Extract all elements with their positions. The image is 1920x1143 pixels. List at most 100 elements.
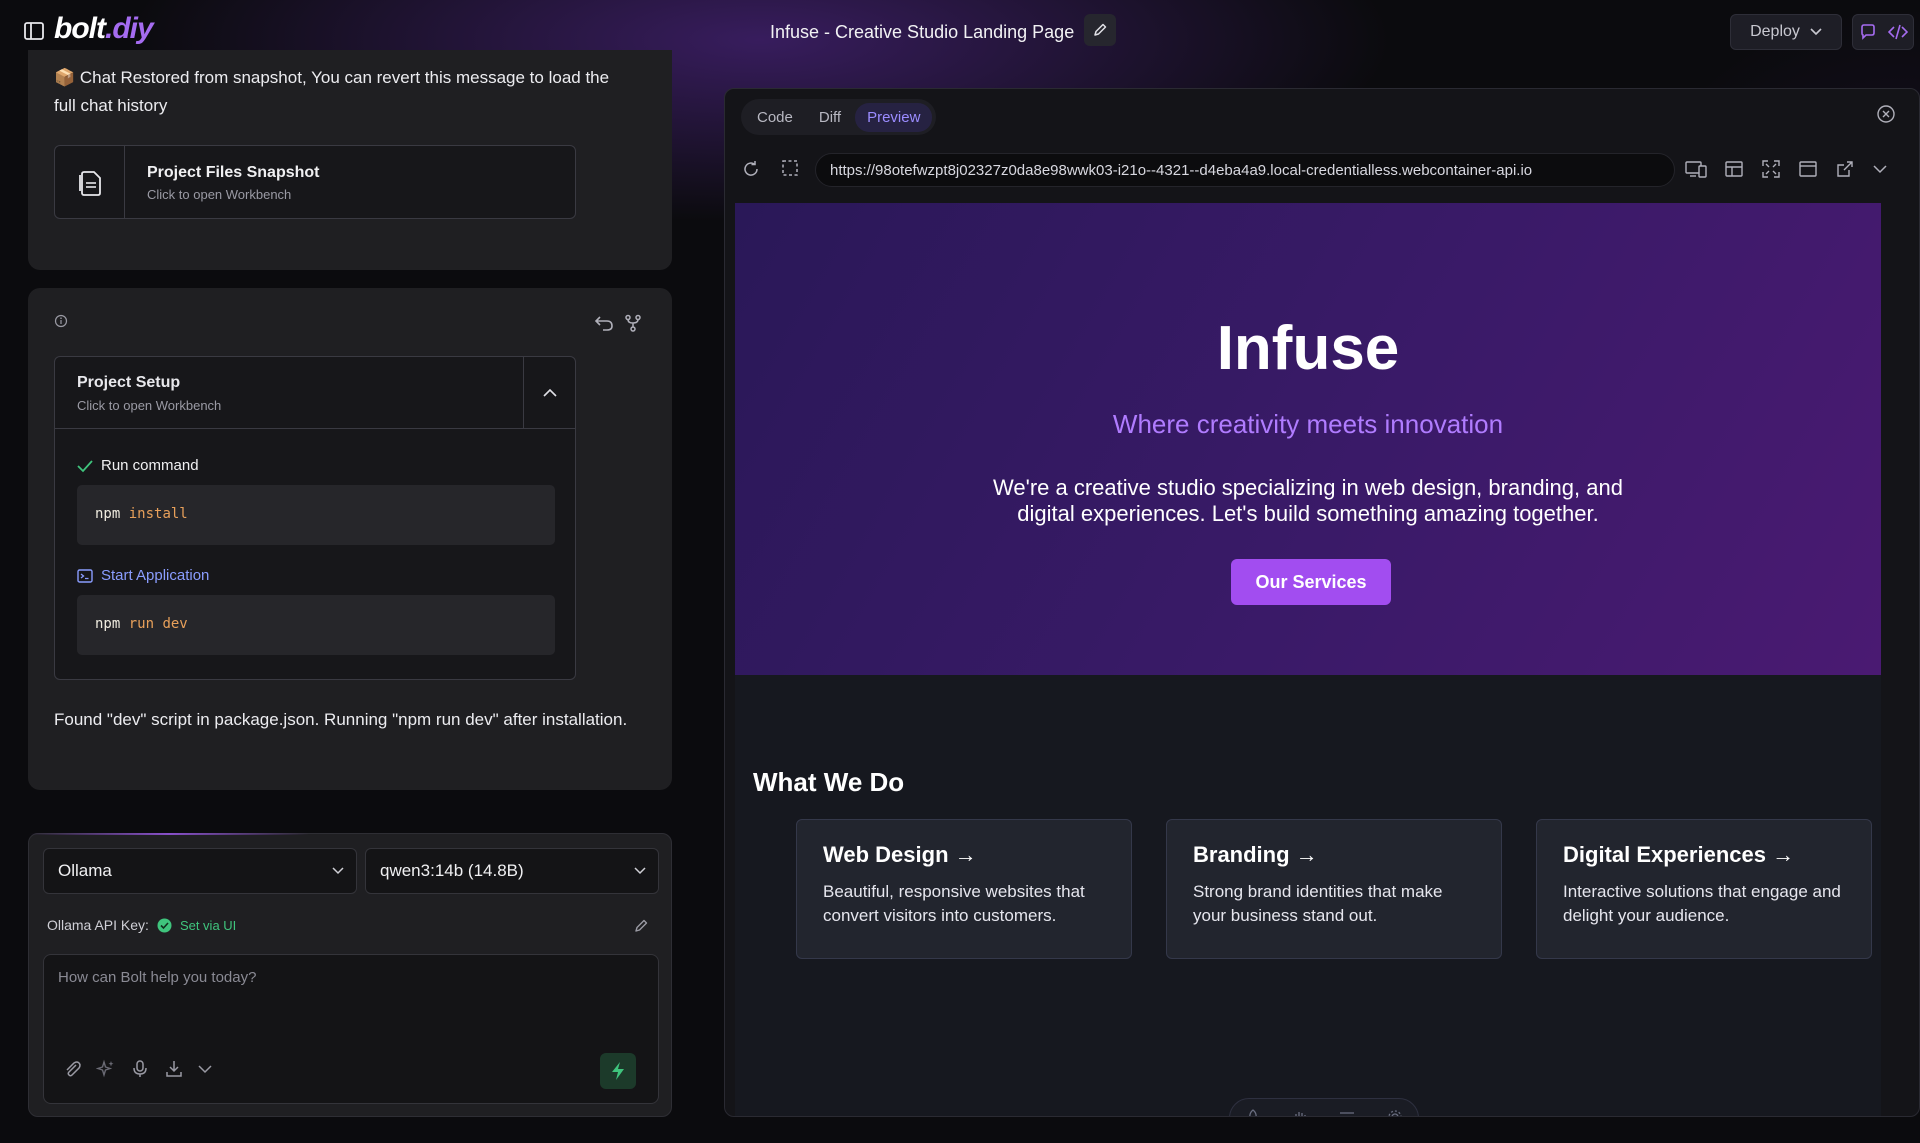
workbench-tabs: Code Diff Preview [741,99,937,135]
send-button[interactable] [600,1053,636,1089]
setup-title: Project Setup [77,374,181,391]
hand-icon[interactable] [1292,1109,1308,1117]
chat-toggle-icon[interactable] [1859,23,1877,41]
chevron-down-icon [332,867,344,875]
section-title: What We Do [753,767,905,797]
service-card-branding[interactable]: Branding → Strong brand identities that … [1166,819,1502,959]
edit-api-key-icon[interactable] [633,918,649,934]
tab-diff[interactable]: Diff [807,103,853,132]
collapse-button[interactable] [523,357,575,428]
prompt-box [43,954,659,1104]
external-link-icon[interactable] [1835,159,1855,179]
service-title: Web Design → [823,842,977,867]
step-label: Run command [101,457,199,474]
restored-message: 📦 Chat Restored from snapshot, You can r… [54,68,610,115]
service-description: Strong brand identities that make your b… [1193,882,1443,925]
hero-title: Infuse [1216,314,1400,383]
prompt-tools [62,1059,212,1079]
snapshot-title: Project Files Snapshot [147,164,320,181]
tab-code[interactable]: Code [745,103,805,132]
terminal-icon [77,568,93,583]
hero-description: We're a creative studio specializing in … [993,475,1623,526]
project-files-snapshot[interactable]: Project Files Snapshot Click to open Wor… [54,145,576,219]
api-key-status: Set via UI [179,917,237,933]
step-label: Start Application [101,567,210,584]
reload-icon[interactable] [741,159,761,179]
service-card-web-design[interactable]: Web Design → Beautiful, responsive websi… [796,819,1132,959]
snapshot-icon-cell [55,146,125,218]
close-icon[interactable] [1877,105,1895,123]
chevron-down-icon [634,867,646,875]
code-block: npm install [77,485,555,545]
hero-tagline: Where creativity meets innovation [1112,409,1504,439]
preview-toolbar [725,149,1919,193]
api-key-label: Ollama API Key: [47,917,149,933]
revert-icon[interactable] [594,314,614,332]
info-icon[interactable] [54,314,68,328]
rocket-icon[interactable] [1245,1109,1261,1117]
model-select[interactable]: qwen3:14b (14.8B) [365,848,659,894]
window-icon[interactable] [1798,159,1818,179]
provider-select[interactable]: Ollama [43,848,357,894]
workbench: Code Diff Preview https://98otefwzpt8j02… [724,88,1920,1117]
check-icon [77,459,93,472]
service-title: Digital Experiences → [1563,842,1795,867]
assistant-message-card: Project Setup Click to open Workbench Ru… [28,288,672,790]
code-block: npm run dev [77,595,555,655]
our-services-button[interactable]: Our Services [1231,559,1391,605]
sparkles-icon[interactable] [96,1059,116,1079]
service-title: Branding → [1193,842,1318,867]
project-setup-artifact: Project Setup Click to open Workbench Ru… [54,356,576,680]
code-command: npm [95,616,121,632]
snapshot-subtitle: Click to open Workbench [147,187,292,202]
code-icon[interactable] [1887,24,1908,40]
project-setup-header[interactable]: Project Setup Click to open Workbench [55,357,523,428]
service-card-digital-experiences[interactable]: Digital Experiences → Interactive soluti… [1536,819,1872,959]
hero-section: Infuse Where creativity meets innovation… [735,203,1881,675]
download-icon[interactable] [164,1059,184,1079]
edit-title-button[interactable] [1084,14,1117,46]
step-start-application: Start Application [77,567,209,584]
code-command: npm [95,506,121,522]
fullscreen-icon[interactable] [1761,159,1781,179]
deploy-button[interactable]: Deploy [1730,14,1842,50]
chevron-down-icon[interactable] [198,1064,212,1074]
preview-frame: Infuse Where creativity meets innovation… [735,203,1881,1117]
project-title: Infuse - Creative Studio Landing Page [770,21,1075,42]
code-args: run dev [120,616,188,632]
preview-url-input[interactable] [815,153,1675,187]
setup-subtitle: Click to open Workbench [77,398,222,413]
dev-toolbar-dock [1229,1098,1419,1117]
layout-icon[interactable] [1724,159,1744,179]
deploy-label: Deploy [1750,23,1800,40]
tab-preview[interactable]: Preview [855,102,933,132]
menu-icon[interactable] [1338,1109,1356,1117]
gear-icon[interactable] [1387,1109,1403,1117]
provider-value: Ollama [58,861,112,880]
fork-icon[interactable] [624,314,642,332]
found-script-message: Found "dev" script in package.json. Runn… [54,710,628,729]
prompt-input[interactable] [58,969,638,986]
model-value: qwen3:14b (14.8B) [380,861,524,880]
header-actions [1852,14,1914,50]
pencil-icon [1094,23,1107,36]
lightning-icon [612,1062,624,1080]
microphone-icon[interactable] [130,1059,150,1079]
app-logo[interactable]: bolt.diy [54,12,154,46]
element-select-icon[interactable] [781,159,799,177]
chevron-up-icon [542,388,557,397]
chevron-down-icon [1810,28,1822,36]
chat-input-panel: Ollama qwen3:14b (14.8B) Ollama API Key:… [28,833,672,1117]
restored-message-card: 📦 Chat Restored from snapshot, You can r… [28,50,672,270]
project-title-group: Infuse - Creative Studio Landing Page [770,14,1117,46]
chevron-down-icon[interactable] [1872,159,1888,179]
code-args: install [120,506,188,522]
sidebar-toggle-icon[interactable] [24,22,44,40]
service-description: Interactive solutions that engage and de… [1563,882,1841,925]
paperclip-icon[interactable] [62,1059,82,1079]
api-key-row: Ollama API Key: Set via UI [47,917,236,933]
check-circle-icon [157,918,172,932]
step-run-command: Run command [77,457,199,474]
device-mode-icon[interactable] [1685,159,1707,179]
file-stack-icon [78,171,101,196]
